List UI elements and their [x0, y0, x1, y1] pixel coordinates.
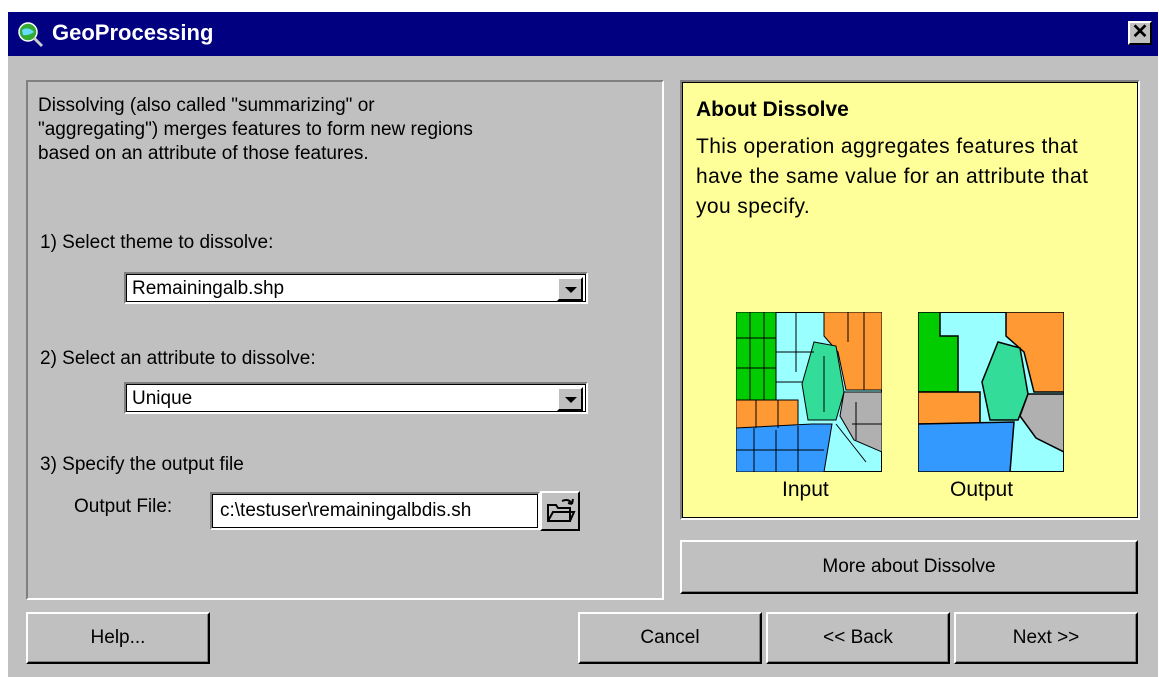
input-caption: Input: [782, 478, 829, 501]
cancel-button[interactable]: Cancel: [578, 612, 762, 664]
chevron-down-icon[interactable]: [557, 387, 583, 411]
output-caption: Output: [950, 478, 1014, 501]
input-map-image: [736, 312, 882, 472]
back-button[interactable]: << Back: [766, 612, 950, 664]
title-bar: GeoProcessing ✕: [8, 12, 1158, 56]
open-folder-icon: [547, 498, 576, 522]
chevron-down-icon[interactable]: [557, 277, 583, 301]
help-button[interactable]: Help...: [26, 612, 210, 664]
theme-select[interactable]: Remainingalb.shp: [124, 272, 588, 304]
theme-select-value: Remainingalb.shp: [132, 278, 285, 299]
step3-label: 3) Specify the output file: [40, 454, 244, 475]
window-title: GeoProcessing: [52, 20, 214, 45]
more-about-dissolve-button[interactable]: More about Dissolve: [680, 540, 1138, 594]
geoprocessing-dialog: GeoProcessing ✕ Dissolving (also called …: [8, 12, 1158, 677]
step2-label: 2) Select an attribute to dissolve:: [40, 348, 316, 369]
intro-text: Dissolving (also called "summarizing" or…: [38, 95, 473, 164]
output-file-value: c:\testuser\remainingalbdis.sh: [220, 500, 472, 521]
output-file-field[interactable]: c:\testuser\remainingalbdis.sh: [210, 492, 540, 530]
about-title: About Dissolve: [696, 98, 849, 121]
attribute-select-value: Unique: [132, 388, 193, 409]
attribute-select[interactable]: Unique: [124, 382, 588, 414]
about-dissolve-panel: About Dissolve This operation aggregates…: [680, 80, 1140, 520]
close-button[interactable]: ✕: [1128, 21, 1152, 45]
about-body: This operation aggregates features that …: [696, 135, 1089, 218]
browse-button[interactable]: [540, 491, 580, 531]
options-panel: Dissolving (also called "summarizing" or…: [26, 80, 664, 600]
output-file-label: Output File:: [74, 496, 173, 517]
output-map-image: [918, 312, 1064, 472]
next-button[interactable]: Next >>: [954, 612, 1138, 664]
globe-magnifier-icon: [18, 22, 44, 48]
step1-label: 1) Select theme to dissolve:: [40, 232, 274, 253]
